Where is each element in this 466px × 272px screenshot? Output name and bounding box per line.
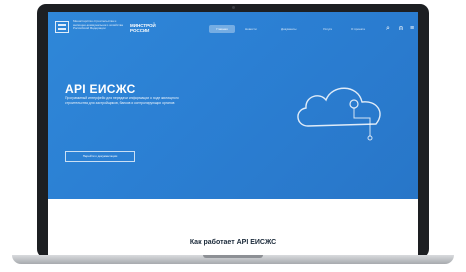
camera-dot [231,6,235,9]
nav-item-about[interactable]: О проекте [351,25,365,33]
screen: Министерство строительства и жилищно-ком… [48,12,418,256]
documentation-button[interactable]: Перейти к документации [65,151,135,162]
hero-section: Министерство строительства и жилищно-ком… [48,12,418,199]
nav-item-home[interactable]: Главная [209,25,235,33]
ministry-name: Министерство строительства и жилищно-ком… [73,19,123,31]
laptop-base [12,255,454,264]
laptop-lid: Министерство строительства и жилищно-ком… [37,4,429,258]
search-icon[interactable]: ⌕ [384,25,392,33]
ministry-logo-icon[interactable] [55,21,69,33]
section-title: Как работает API ЕИСЖС [189,238,277,246]
menu-icon[interactable]: ≡ [408,25,416,33]
nav-item-services[interactable]: Услуги [323,25,332,33]
brand-name[interactable]: МИНСТРОЙ РОССИИ [130,23,158,33]
hero-description: Программный интерфейс для передачи инфор… [65,96,179,106]
hero-title: API ЕИСЖС [65,82,136,97]
nav-item-news[interactable]: Новости [245,25,257,33]
user-icon[interactable]: ⍝ [397,25,405,33]
top-header: Министерство строительства и жилищно-ком… [48,12,418,42]
laptop-notch [203,255,263,258]
cloud-network-icon [297,87,381,141]
nav-item-documents[interactable]: Документы [281,25,296,33]
